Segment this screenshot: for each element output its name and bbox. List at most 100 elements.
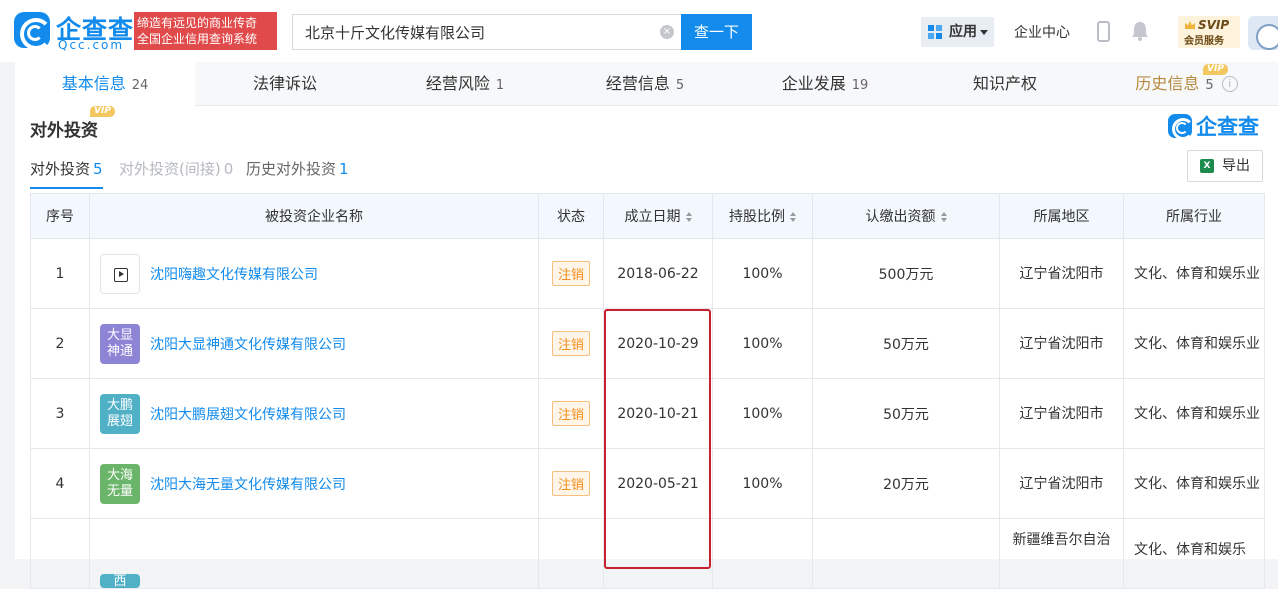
tab-basic-info[interactable]: 基本信息 24 — [15, 62, 195, 106]
subtab-indirect-investment[interactable]: 对外投资(间接) 0 — [119, 158, 233, 179]
subtab-investment[interactable]: 对外投资 5 — [30, 158, 103, 189]
apps-label: 应用 — [949, 24, 977, 40]
export-label: 导出 — [1222, 158, 1250, 174]
region-cell: 辽宁省沈阳市 — [999, 378, 1124, 449]
tab-development[interactable]: 企业发展 19 — [735, 62, 915, 106]
apps-dropdown[interactable]: 应用 — [921, 17, 994, 47]
tab-count: 24 — [131, 78, 149, 93]
sort-icon[interactable] — [685, 212, 692, 222]
industry-cell: 文化、体育和娱乐业 — [1123, 378, 1265, 449]
col-industry: 所属行业 — [1123, 193, 1265, 239]
investment-table: 序号 被投资企业名称 状态 成立日期 持股比例 认缴出资额 所属地区 所属行业 … — [30, 193, 1265, 589]
col-share-ratio[interactable]: 持股比例 — [712, 193, 813, 239]
company-logo[interactable]: 大显 神通 — [100, 323, 140, 364]
row-index: 1 — [30, 238, 90, 309]
apps-grid-icon — [928, 25, 942, 39]
row-index: 3 — [30, 378, 90, 449]
logo-subtitle: Qcc.com — [58, 38, 125, 52]
sort-icon[interactable] — [940, 212, 947, 222]
outbound-investment-panel: 对外投资 VIP 企查查 对外投资 5 对外投资(间接) 0 历史对外投资 1 X 导… — [15, 106, 1278, 589]
company-cell: 西 — [89, 518, 539, 589]
section-vip-badge: VIP — [90, 106, 115, 117]
slogan-line-2: 全国企业信用查询系统 — [137, 32, 258, 46]
col-founded-date[interactable]: 成立日期 — [603, 193, 713, 239]
qcc-logo[interactable]: 企查查 Qcc.com — [14, 12, 133, 52]
company-logo[interactable]: 大海 无量 — [100, 463, 140, 504]
subtab-count: 5 — [93, 160, 103, 178]
top-header: 企查查 Qcc.com 缔造有远见的商业传奇 全国企业信用查询系统 × 查一下 … — [0, 0, 1278, 62]
section-title: 对外投资 — [30, 121, 98, 141]
search-box: × — [292, 14, 682, 50]
company-cell: 大显 神通 沈阳大显神通文化传媒有限公司 — [89, 308, 539, 379]
info-icon[interactable]: i — [1221, 76, 1238, 92]
company-link[interactable]: 沈阳嗨趣文化传媒有限公司 — [150, 267, 318, 283]
col-company-name: 被投资企业名称 — [89, 193, 539, 239]
corp-center-link[interactable]: 企业中心 — [1014, 22, 1070, 42]
sort-icon[interactable] — [790, 212, 796, 222]
company-logo[interactable]: 大鹏 展翅 — [100, 393, 140, 434]
status-badge: 注销 — [551, 331, 590, 356]
company-link[interactable]: 沈阳大鹏展翅文化传媒有限公司 — [150, 407, 346, 423]
tab-ip[interactable]: 知识产权 — [915, 62, 1095, 106]
svip-button[interactable]: SVIP 会员服务 — [1178, 16, 1240, 48]
industry-cell: 文化、体育和娱乐业 — [1123, 448, 1265, 519]
tab-legal[interactable]: 法律诉讼 — [195, 62, 375, 106]
region-cell: 辽宁省沈阳市 — [999, 448, 1124, 519]
ratio-cell: 100% — [712, 378, 813, 449]
status-badge: 注销 — [551, 401, 590, 426]
ratio-cell: 100% — [712, 308, 813, 379]
clear-icon[interactable]: × — [660, 25, 674, 39]
tab-label: 历史信息 — [1135, 74, 1200, 93]
company-link[interactable]: 沈阳大海无量文化传媒有限公司 — [150, 477, 346, 493]
table-row: 1 沈阳嗨趣文化传媒有限公司 注销 2018-06-22 100% 500万元 … — [30, 238, 1265, 309]
play-icon[interactable] — [100, 253, 140, 294]
status-badge: 注销 — [551, 471, 590, 496]
company-cell: 沈阳嗨趣文化传媒有限公司 — [89, 238, 539, 309]
region-cell: 辽宁省沈阳市 — [999, 308, 1124, 379]
search-input[interactable] — [293, 15, 653, 49]
status-cell: 注销 — [538, 448, 604, 519]
export-button[interactable]: X 导出 — [1187, 150, 1263, 182]
search-button[interactable]: 查一下 — [681, 14, 752, 50]
company-link[interactable]: 沈阳大显神通文化传媒有限公司 — [150, 337, 346, 353]
company-logo[interactable]: 西 — [100, 574, 140, 588]
svip-subtitle: 会员服务 — [1184, 36, 1224, 47]
row-index: 2 — [30, 308, 90, 379]
crown-icon — [1185, 21, 1195, 29]
brand-name: 企查查 — [1196, 115, 1259, 139]
subtab-count: 1 — [339, 160, 349, 178]
region-cell: 新疆维吾尔自治 — [999, 518, 1124, 589]
company-cell: 大海 无量 沈阳大海无量文化传媒有限公司 — [89, 448, 539, 519]
col-capital[interactable]: 认缴出资额 — [812, 193, 1000, 239]
capital-cell — [812, 518, 1000, 589]
capital-cell: 500万元 — [812, 238, 1000, 309]
col-label: 持股比例 — [729, 209, 785, 225]
industry-cell: 文化、体育和娱乐 — [1123, 518, 1265, 589]
table-header-row: 序号 被投资企业名称 状态 成立日期 持股比例 认缴出资额 所属地区 所属行业 — [30, 193, 1265, 239]
ratio-cell — [712, 518, 813, 589]
tab-business-risk[interactable]: 经营风险 1 — [375, 62, 555, 106]
status-cell: 注销 — [538, 308, 604, 379]
brand-watermark: 企查查 — [1168, 114, 1268, 142]
tab-label: 经营风险 — [425, 74, 490, 93]
slogan-banner: 缔造有远见的商业传奇 全国企业信用查询系统 — [134, 12, 277, 50]
date-cell: 2020-10-21 — [603, 378, 713, 449]
industry-cell: 文化、体育和娱乐业 — [1123, 308, 1265, 379]
table-row: 2 大显 神通 沈阳大显神通文化传媒有限公司 注销 2020-10-29 100% … — [30, 308, 1265, 379]
bell-icon[interactable] — [1131, 21, 1149, 41]
vip-badge: VIP — [1203, 64, 1228, 75]
main-tabs: 基本信息 24 法律诉讼 经营风险 1 经营信息 5 企业发展 19 知识产权 历史信息… — [15, 62, 1278, 106]
tab-label: 基本信息 — [61, 74, 126, 93]
col-label: 认缴出资额 — [865, 209, 936, 225]
status-cell — [538, 518, 604, 589]
table-row: 3 大鹏 展翅 沈阳大鹏展翅文化传媒有限公司 注销 2020-10-21 100% … — [30, 378, 1265, 449]
tab-count: 19 — [851, 78, 869, 93]
tab-business-info[interactable]: 经营信息 5 — [555, 62, 735, 106]
mobile-phone-icon[interactable] — [1097, 21, 1110, 42]
avatar[interactable] — [1248, 16, 1278, 50]
tab-label: 经营信息 — [605, 74, 670, 93]
tab-count: 5 — [675, 78, 685, 93]
status-cell: 注销 — [538, 238, 604, 309]
tab-history[interactable]: 历史信息 5 i — [1095, 62, 1278, 106]
subtab-history-investment[interactable]: 历史对外投资 1 — [246, 158, 349, 179]
